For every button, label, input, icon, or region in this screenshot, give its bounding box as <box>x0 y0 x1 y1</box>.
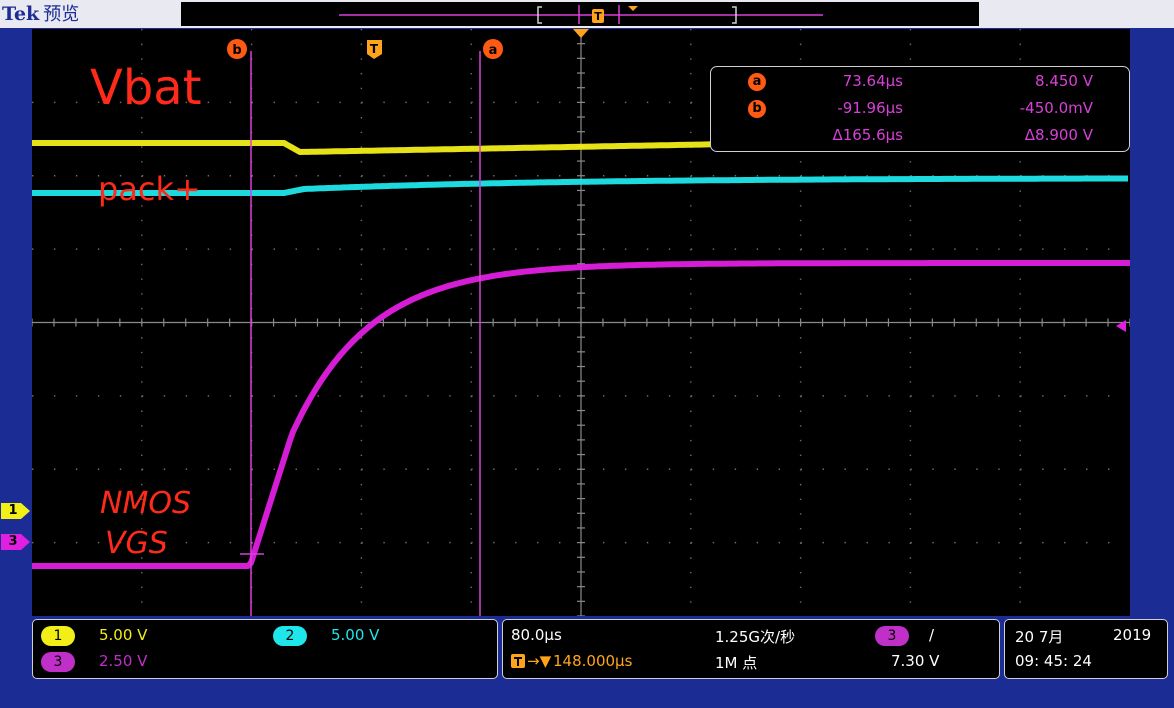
ch3-trigger-level-marker[interactable] <box>1116 320 1126 332</box>
cursor-delta-time: Δ165.6µs <box>832 126 903 144</box>
brand-name: Tek <box>2 3 40 25</box>
date: 20 7月 <box>1015 628 1064 646</box>
ch3-marker-label: 3 <box>8 534 18 549</box>
record-length: 1M 点 <box>715 654 758 672</box>
ch2-scale[interactable]: 5.00 V <box>331 626 379 644</box>
ch1-scale[interactable]: 5.00 V <box>99 626 147 644</box>
trigger-level[interactable]: 7.30 V <box>891 652 939 670</box>
channel-settings-panel[interactable]: 1 5.00 V 2 5.00 V 3 2.50 V <box>32 619 498 679</box>
cursor-delta-readout: Δ165.6µs Δ8.900 V <box>711 125 1129 147</box>
cursor-b-marker-label: b <box>232 43 241 58</box>
trigger-arrow-icon: →▼ <box>527 652 552 670</box>
cursor-b-readout-icon: b <box>748 100 766 118</box>
trigger-position-letter: T <box>370 42 379 56</box>
cursor-a-time: 73.64µs <box>842 72 903 90</box>
timeline-graphic: T <box>339 5 823 24</box>
cursor-readout[interactable]: a 73.64µs 8.450 V b -91.96µs -450.0mV Δ1… <box>710 66 1130 152</box>
ch3-badge[interactable]: 3 <box>41 652 75 672</box>
cursor-b-time: -91.96µs <box>837 99 903 117</box>
ch1-ground-marker[interactable]: 1 <box>1 502 30 520</box>
annotation-pack: pack+ <box>98 170 201 208</box>
annotation-nmos: NMOS <box>100 486 191 521</box>
ch3-scale[interactable]: 2.50 V <box>99 652 147 670</box>
sample-rate: 1.25G次/秒 <box>715 628 796 646</box>
date-time-panel: 20 7月 2019 09: 45: 24 <box>1004 619 1168 679</box>
ch2-badge[interactable]: 2 <box>273 626 307 646</box>
timeline-trigger-letter: T <box>594 10 602 23</box>
trigger-position-value: 148.000µs <box>553 652 633 670</box>
trigger-source-badge[interactable]: 3 <box>875 626 909 646</box>
mode-label: 预览 <box>43 4 80 25</box>
year: 2019 <box>1113 626 1152 644</box>
ch3-ground-marker[interactable]: 3 <box>1 533 30 551</box>
record-timeline[interactable]: T <box>181 2 979 26</box>
cursor-a-readout: a 73.64µs 8.450 V <box>711 71 1129 93</box>
time-per-division[interactable]: 80.0µs <box>511 626 562 644</box>
ch1-badge[interactable]: 1 <box>41 626 75 646</box>
expansion-point-icon <box>573 29 589 38</box>
cursor-a-value: 8.450 V <box>1035 72 1093 90</box>
trigger-t-icon <box>511 654 525 668</box>
cursor-a-readout-icon: a <box>748 73 766 91</box>
top-bar: Tek 预览 T <box>0 0 1174 28</box>
cursor-b-value: -450.0mV <box>1019 99 1093 117</box>
cursor-a-marker-label: a <box>489 43 498 58</box>
cursor-delta-value: Δ8.900 V <box>1024 126 1093 144</box>
annotation-vbat: Vbat <box>90 60 202 116</box>
trigger-slope[interactable]: / <box>929 626 934 644</box>
timeline-expansion-point <box>628 6 638 11</box>
horizontal-trigger-panel[interactable]: 80.0µs 1.25G次/秒 3 / →▼ 148.000µs 1M 点 7.… <box>502 619 1000 679</box>
brand-logo: Tek 预览 <box>2 0 79 28</box>
ch1-marker-label: 1 <box>8 503 18 518</box>
cursor-b-readout: b -91.96µs -450.0mV <box>711 98 1129 120</box>
annotation-vgs: VGS <box>105 526 168 561</box>
time: 09: 45: 24 <box>1015 652 1092 670</box>
